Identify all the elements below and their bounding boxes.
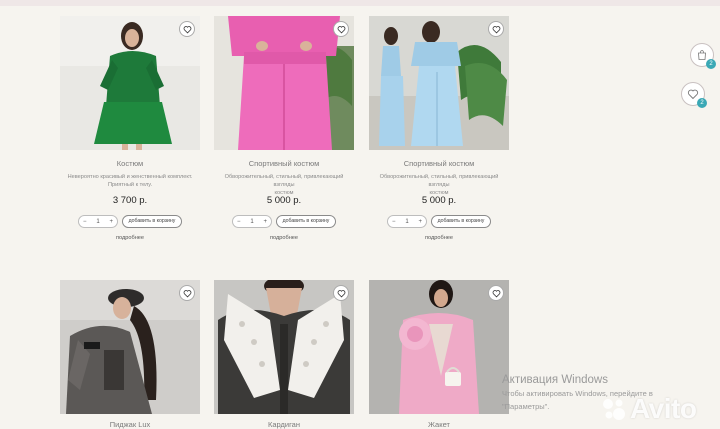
watermark-title: Активация Windows	[502, 374, 608, 386]
product-photo[interactable]	[60, 280, 200, 414]
product-name[interactable]: Костюм	[60, 159, 200, 168]
add-to-cart-button[interactable]: добавить в корзину	[122, 215, 182, 228]
quantity-stepper: − 1 +	[387, 215, 427, 228]
heart-icon	[492, 25, 500, 33]
product-image-green-suit	[60, 16, 200, 150]
increment-button[interactable]: +	[109, 219, 113, 225]
wishlist-button[interactable]	[488, 285, 504, 301]
product-description: Невероятно красивый и женственный компле…	[60, 173, 200, 189]
product-controls: − 1 + добавить в корзину	[214, 215, 354, 228]
product-card: Кардиган	[214, 280, 354, 429]
heart-icon	[183, 25, 191, 33]
decrement-button[interactable]: −	[392, 219, 396, 225]
product-image-pink-tracksuit	[214, 16, 354, 150]
increment-button[interactable]: +	[263, 219, 267, 225]
decrement-button[interactable]: −	[83, 219, 87, 225]
floating-wishlist-button[interactable]: 2	[681, 82, 707, 108]
product-description: Обворожительный, стильный, привлекающий …	[214, 173, 354, 197]
product-card: Костюм Невероятно красивый и женственный…	[60, 16, 200, 256]
quantity-stepper: − 1 +	[232, 215, 272, 228]
details-link[interactable]: подробнее	[214, 235, 354, 241]
add-to-cart-button[interactable]: добавить в корзину	[431, 215, 491, 228]
product-price: 5 000 р.	[266, 195, 302, 206]
product-photo[interactable]	[214, 280, 354, 414]
product-description: Обворожительный, стильный, привлекающий …	[369, 173, 509, 197]
avito-dots-icon	[603, 399, 625, 420]
description-line: Обворожительный, стильный, привлекающий …	[379, 174, 499, 188]
increment-button[interactable]: +	[418, 219, 422, 225]
floating-cart-button[interactable]: 2	[690, 43, 716, 69]
product-name[interactable]: Спортивный костюм	[369, 159, 509, 168]
product-card: Спортивный костюм Обворожительный, стиль…	[214, 16, 354, 256]
wishlist-button[interactable]	[488, 21, 504, 37]
product-name[interactable]: Спортивный костюм	[214, 159, 354, 168]
details-link[interactable]: подробнее	[60, 235, 200, 241]
product-name[interactable]: Пиджак Lux	[60, 420, 200, 429]
product-image-grey-blazer	[60, 280, 200, 414]
wishlist-button[interactable]	[179, 21, 195, 37]
quantity-value[interactable]: 1	[96, 219, 99, 225]
product-card: Спортивный костюм Обворожительный, стиль…	[369, 16, 509, 256]
product-image-lace-cardigan	[214, 280, 354, 414]
product-name[interactable]: Кардиган	[214, 420, 354, 429]
description-line: Приятный к телу.	[107, 182, 153, 188]
product-card: Жакет	[369, 280, 509, 429]
description-line: Обворожительный, стильный, привлекающий …	[224, 174, 344, 188]
quantity-value[interactable]: 1	[250, 219, 253, 225]
description-line: Невероятно красивый и женственный компле…	[67, 174, 193, 180]
catalog-page: Костюм Невероятно красивый и женственный…	[0, 0, 720, 429]
add-to-cart-button[interactable]: добавить в корзину	[276, 215, 336, 228]
product-image-blue-tracksuit	[369, 16, 509, 150]
heart-icon	[687, 89, 699, 100]
product-image-pink-jacket	[369, 280, 509, 414]
wishlist-button[interactable]	[333, 285, 349, 301]
decrement-button[interactable]: −	[237, 219, 241, 225]
top-strip	[0, 0, 720, 6]
wishlist-count-badge: 2	[697, 98, 707, 108]
avito-logo: Avito	[600, 392, 718, 426]
shopping-bag-icon	[698, 50, 706, 60]
quantity-value[interactable]: 1	[405, 219, 408, 225]
product-price: 5 000 р.	[421, 195, 457, 206]
cart-count-badge: 2	[706, 59, 716, 69]
product-photo[interactable]	[60, 16, 200, 150]
heart-icon	[337, 289, 345, 297]
product-photo[interactable]	[369, 280, 509, 414]
product-photo[interactable]	[214, 16, 354, 150]
product-price: 3 700 р.	[112, 195, 148, 206]
heart-icon	[183, 289, 191, 297]
wishlist-button[interactable]	[333, 21, 349, 37]
product-controls: − 1 + добавить в корзину	[369, 215, 509, 228]
product-photo[interactable]	[369, 16, 509, 150]
avito-wordmark: Avito	[630, 393, 697, 424]
product-name[interactable]: Жакет	[369, 420, 509, 429]
product-controls: − 1 + добавить в корзину	[60, 215, 200, 228]
quantity-stepper: − 1 +	[78, 215, 118, 228]
heart-icon	[337, 25, 345, 33]
wishlist-button[interactable]	[179, 285, 195, 301]
product-card: Пиджак Lux	[60, 280, 200, 429]
heart-icon	[492, 289, 500, 297]
details-link[interactable]: подробнее	[369, 235, 509, 241]
